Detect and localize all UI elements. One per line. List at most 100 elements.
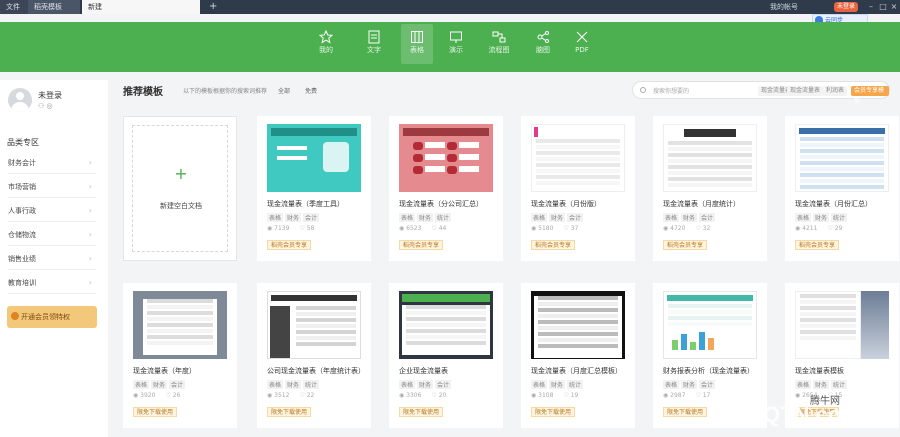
- template-card[interactable]: 企业现金流量表 表格 财务 会计 ◉ 3306 ♡ 20 限免下载使用: [389, 283, 503, 428]
- tag[interactable]: 财务: [549, 213, 566, 222]
- tag[interactable]: 表格: [133, 380, 150, 389]
- template-card[interactable]: 现金流量表（月度统计） 表格 财务 会计 ◉ 4720 ♡ 32 稻壳会员专享: [653, 116, 767, 261]
- template-card[interactable]: 现金流量表（分公司汇总） 表格 财务 统计 ◉ 6523 ♡ 44 稻壳会员专享: [389, 116, 503, 261]
- login-badge[interactable]: 未登录: [834, 2, 858, 12]
- new-blank-card[interactable]: + 新建空白文档: [123, 116, 237, 261]
- close-icon[interactable]: ×: [889, 2, 899, 12]
- like-count: 22: [306, 392, 315, 399]
- maximize-icon[interactable]: □: [878, 2, 888, 12]
- template-thumbnail[interactable]: [795, 124, 889, 192]
- nav-spreadsheet[interactable]: 表格: [401, 24, 433, 64]
- search-pill[interactable]: 现金流量表: [787, 86, 824, 96]
- nav-label: 文字: [367, 46, 381, 54]
- search-pill[interactable]: 利润表: [823, 86, 848, 96]
- template-title[interactable]: 现金流量表（年度）: [133, 366, 229, 376]
- template-card[interactable]: 现金流量表（月份汇总） 表格 财务 统计 ◉ 4211 ♡ 29 稻壳会员专享: [785, 116, 899, 261]
- filter-all[interactable]: 全部: [278, 86, 290, 95]
- tag[interactable]: 财务: [813, 213, 830, 222]
- template-title[interactable]: 现金流量表（月度统计）: [663, 199, 759, 209]
- tag[interactable]: 统计: [435, 213, 452, 222]
- tag[interactable]: 财务: [681, 380, 698, 389]
- tag[interactable]: 表格: [267, 380, 284, 389]
- tag[interactable]: 表格: [663, 380, 680, 389]
- vip-button[interactable]: 开通会员领特权: [7, 306, 97, 328]
- account-link[interactable]: 我的帐号: [770, 2, 798, 12]
- nav-mine[interactable]: 我的: [310, 24, 342, 64]
- template-title[interactable]: 公司现金流量表（年度统计表）: [267, 366, 363, 376]
- template-thumbnail[interactable]: [663, 291, 757, 359]
- template-thumbnail[interactable]: [399, 124, 493, 192]
- template-tags: 表格 财务 统计: [399, 213, 453, 222]
- username[interactable]: 未登录: [38, 90, 62, 101]
- new-tab-button[interactable]: +: [206, 0, 220, 14]
- tag[interactable]: 财务: [681, 213, 698, 222]
- template-title[interactable]: 企业现金流量表: [399, 366, 495, 376]
- template-thumbnail[interactable]: [267, 124, 361, 192]
- tag[interactable]: 统计: [567, 380, 584, 389]
- minimize-icon[interactable]: –: [866, 2, 876, 12]
- template-thumbnail[interactable]: [133, 291, 227, 359]
- tag[interactable]: 会计: [567, 213, 584, 222]
- template-thumbnail[interactable]: [663, 124, 757, 192]
- link-icon[interactable]: ⚇ ◎: [38, 102, 53, 110]
- template-title[interactable]: 现金流量表模板: [795, 366, 891, 376]
- tab-docer[interactable]: 稻壳模板: [28, 0, 80, 14]
- tag[interactable]: 表格: [267, 213, 284, 222]
- filter-free[interactable]: 免费: [305, 86, 317, 95]
- sidebar-item-marketing[interactable]: 市场营销 ›: [8, 176, 96, 198]
- template-thumbnail[interactable]: [795, 291, 889, 359]
- tag[interactable]: 财务: [151, 380, 168, 389]
- template-title[interactable]: 现金流量表（分公司汇总）: [399, 199, 495, 209]
- sidebar-item-sales[interactable]: 销售业绩 ›: [8, 248, 96, 270]
- sidebar-item-logistics[interactable]: 仓储物流 ›: [8, 224, 96, 246]
- tag[interactable]: 表格: [531, 380, 548, 389]
- tag[interactable]: 财务: [549, 380, 566, 389]
- template-card[interactable]: 现金流量表（月份版） 表格 财务 会计 ◉ 5180 ♡ 37 稻壳会员专享: [521, 116, 635, 261]
- tag[interactable]: 会计: [435, 380, 452, 389]
- sidebar-item-finance[interactable]: 财务会计 ›: [8, 152, 96, 174]
- tag[interactable]: 表格: [663, 213, 680, 222]
- template-title[interactable]: 财务报表分析（现金流量表）: [663, 366, 759, 376]
- tag[interactable]: 统计: [831, 213, 848, 222]
- nav-presentation[interactable]: 演示: [440, 24, 472, 64]
- tag[interactable]: 会计: [169, 380, 186, 389]
- tag[interactable]: 财务: [285, 213, 302, 222]
- template-thumbnail[interactable]: [399, 291, 493, 359]
- template-thumbnail[interactable]: [531, 124, 625, 192]
- template-title[interactable]: 现金流量表（月份版）: [531, 199, 627, 209]
- search-input[interactable]: 搜索你想要的 现金流量表 现金流量表 利润表 会员专享模板: [632, 81, 890, 104]
- template-thumbnail[interactable]: [531, 291, 625, 359]
- sidebar-item-hr[interactable]: 人事行政 ›: [8, 200, 96, 222]
- tab-file[interactable]: 文件: [0, 0, 28, 14]
- like-count: 26: [172, 392, 181, 399]
- template-tags: 表格 财务 统计: [795, 213, 849, 222]
- tag[interactable]: 表格: [795, 213, 812, 222]
- tag[interactable]: 会计: [699, 213, 716, 222]
- template-card[interactable]: 现金流量表（季度工具） 表格 财务 会计 ◉ 7139 ♡ 58 稻壳会员专享: [257, 116, 371, 261]
- search-pill-hot[interactable]: 会员专享模板: [851, 86, 889, 104]
- template-thumbnail[interactable]: [267, 291, 361, 359]
- tag[interactable]: 统计: [303, 380, 320, 389]
- template-card[interactable]: 公司现金流量表（年度统计表） 表格 财务 统计 ◉ 3512 ♡ 22 限免下载使用: [257, 283, 371, 428]
- tag[interactable]: 财务: [285, 380, 302, 389]
- nav-writer[interactable]: 文字: [358, 24, 390, 64]
- avatar[interactable]: [8, 88, 32, 112]
- sidebar-item-education[interactable]: 教育培训 ›: [8, 272, 96, 294]
- template-tags: 表格 财务 会计: [399, 380, 453, 389]
- template-card[interactable]: 现金流量表（月度汇总模板） 表格 财务 统计 ◉ 3108 ♡ 19 限免下载使用: [521, 283, 635, 428]
- template-title[interactable]: 现金流量表（月份汇总）: [795, 199, 891, 209]
- tag[interactable]: 会计: [303, 213, 320, 222]
- tag[interactable]: 财务: [417, 380, 434, 389]
- template-title[interactable]: 现金流量表（季度工具）: [267, 199, 363, 209]
- tag[interactable]: 表格: [531, 213, 548, 222]
- template-title[interactable]: 现金流量表（月度汇总模板）: [531, 366, 627, 376]
- nav-flowchart[interactable]: 流程图: [483, 24, 515, 64]
- tab-new[interactable]: 新建: [82, 0, 200, 14]
- tag[interactable]: 财务: [417, 213, 434, 222]
- nav-pdf[interactable]: PDF: [566, 24, 598, 64]
- like-count: 29: [834, 225, 843, 232]
- template-card[interactable]: 现金流量表（年度） 表格 财务 会计 ◉ 3920 ♡ 26 限免下载使用: [123, 283, 237, 428]
- tag[interactable]: 表格: [399, 380, 416, 389]
- tag[interactable]: 表格: [399, 213, 416, 222]
- nav-mindmap[interactable]: 脑图: [527, 24, 559, 64]
